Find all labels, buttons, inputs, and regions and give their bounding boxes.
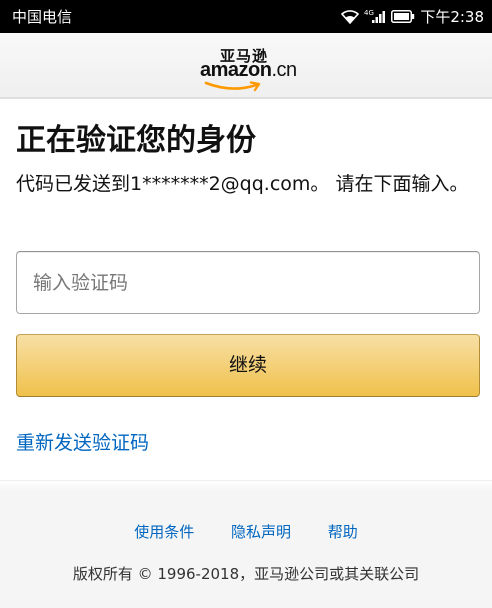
carrier-label: 中国电信	[12, 8, 73, 26]
status-bar: 中国电信 4G 下午2:38	[0, 0, 492, 33]
footer: 使用条件 隐私声明 帮助 版权所有 © 1996-2018，亚马逊公司或其关联公…	[0, 480, 492, 608]
battery-icon	[391, 10, 415, 23]
smile-arrow-icon	[204, 81, 261, 92]
help-link[interactable]: 帮助	[328, 523, 358, 541]
verification-code-input[interactable]	[16, 251, 480, 314]
verification-description: 代码已发送到1*******2@qq.com。 请在下面输入。	[16, 173, 469, 195]
logo-word-main: amazon	[200, 59, 272, 81]
resend-code-link[interactable]: 重新发送验证码	[16, 428, 149, 455]
conditions-of-use-link[interactable]: 使用条件	[134, 523, 194, 541]
amazon-logo[interactable]: 亚马逊 amazon.cn	[200, 45, 297, 93]
page-title: 正在验证您的身份	[16, 123, 256, 158]
copyright-text: 版权所有 © 1996-2018，亚马逊公司或其关联公司	[72, 565, 420, 583]
privacy-notice-link[interactable]: 隐私声明	[231, 523, 291, 541]
logo-wordmark: amazon.cn	[200, 59, 297, 82]
network-type-label: 4G	[364, 9, 374, 17]
site-header: 亚马逊 amazon.cn	[0, 33, 492, 99]
clock-label: 下午2:38	[420, 8, 484, 26]
continue-button[interactable]: 继续	[16, 334, 480, 397]
wifi-icon	[341, 9, 360, 24]
signal-icon: 4G	[364, 9, 386, 24]
logo-word-suffix: .cn	[271, 59, 297, 81]
status-icons: 4G 下午2:38	[341, 6, 484, 27]
footer-links: 使用条件 隐私声明 帮助	[0, 521, 492, 542]
